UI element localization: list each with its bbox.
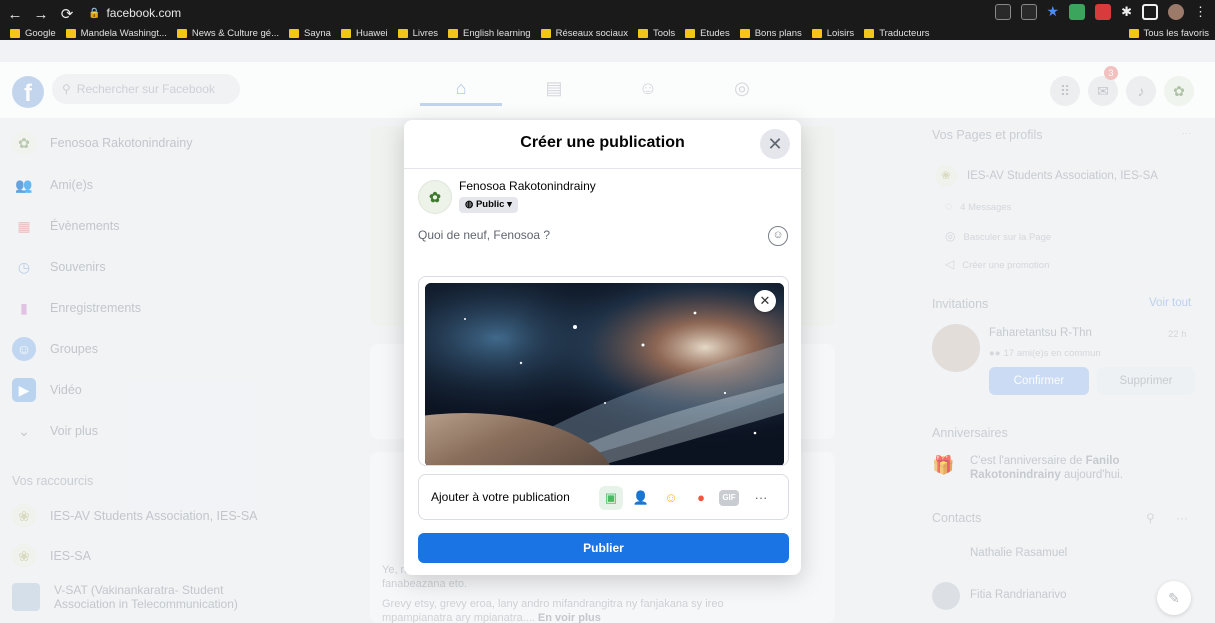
bookmark-item[interactable]: Etudes bbox=[685, 28, 730, 39]
more-options-icon[interactable]: ··· bbox=[749, 486, 773, 510]
media-attachment bbox=[418, 276, 789, 466]
lock-icon: 🔒 bbox=[88, 7, 101, 19]
url-text: facebook.com bbox=[106, 6, 182, 20]
back-arrow-icon[interactable]: ← bbox=[4, 6, 26, 23]
audience-selector[interactable]: ◍ Public ▾ bbox=[459, 197, 518, 213]
folder-icon bbox=[447, 28, 458, 38]
bookmark-item[interactable]: Huawei bbox=[340, 28, 388, 39]
new-message-icon[interactable]: ✎ bbox=[1157, 581, 1191, 615]
emoji-icon[interactable]: ☺ bbox=[768, 226, 788, 246]
menu-dots-icon[interactable]: ⋮ bbox=[1194, 4, 1207, 20]
profile-avatar[interactable] bbox=[1168, 3, 1184, 20]
folder-icon bbox=[65, 28, 76, 38]
folder-icon bbox=[10, 28, 20, 38]
puzzle-icon[interactable]: ✱ bbox=[1121, 4, 1132, 20]
author-avatar: ✿ bbox=[418, 180, 452, 214]
author-name: Fenosoa Rakotonindrainy bbox=[459, 179, 596, 193]
bookmark-item[interactable]: Livres bbox=[397, 28, 438, 39]
extension-icons: ★ ✱ ⋮ bbox=[994, 3, 1207, 20]
gif-icon[interactable]: GIF bbox=[719, 490, 739, 506]
dialog-title: Créer une publication bbox=[520, 134, 685, 151]
extension-red-icon[interactable] bbox=[1095, 3, 1112, 20]
attached-space-image bbox=[425, 283, 784, 465]
sidepanel-icon[interactable] bbox=[1142, 3, 1158, 20]
caret-down-icon: ▾ bbox=[507, 199, 512, 210]
bookmark-item[interactable]: Mandela Washingt... bbox=[65, 28, 167, 39]
bookmark-item[interactable]: News & Culture gé... bbox=[176, 28, 279, 39]
feeling-icon[interactable]: ☺ bbox=[659, 486, 683, 510]
star-icon[interactable]: ★ bbox=[1047, 3, 1060, 20]
create-post-dialog: Créer une publication ✕ ✿ Fenosoa Rakoto… bbox=[404, 120, 801, 575]
folder-icon bbox=[176, 28, 187, 38]
publish-button[interactable]: Publier bbox=[418, 533, 789, 563]
address-bar[interactable]: 🔒 facebook.com bbox=[88, 3, 978, 23]
close-icon[interactable]: ✕ bbox=[760, 129, 790, 159]
post-text-input[interactable]: Quoi de neuf, Fenosoa ? bbox=[418, 228, 550, 242]
bookmark-item[interactable]: Loisirs bbox=[811, 28, 854, 39]
folder-icon bbox=[397, 28, 408, 38]
folder-icon bbox=[637, 28, 648, 38]
folder-icon bbox=[685, 28, 696, 38]
globe-icon: ◍ bbox=[465, 199, 474, 210]
folder-icon bbox=[340, 28, 351, 38]
bookmark-item[interactable]: Tools bbox=[637, 28, 675, 39]
folder-icon bbox=[811, 28, 822, 38]
reload-icon[interactable]: ⟳ bbox=[56, 5, 78, 23]
add-to-post-bar: Ajouter à votre publication ▣ 👤 ☺ ● GIF … bbox=[418, 474, 789, 520]
remove-media-close-icon[interactable]: ✕ bbox=[754, 290, 776, 312]
install-icon[interactable] bbox=[994, 3, 1011, 20]
folder-icon bbox=[289, 28, 300, 38]
folder-icon bbox=[1128, 28, 1139, 38]
bookmark-item[interactable]: English learning bbox=[447, 28, 531, 39]
all-bookmarks[interactable]: Tous les favoris bbox=[1128, 26, 1209, 40]
bookmarks-bar: Google Mandela Washingt... News & Cultur… bbox=[0, 26, 1215, 40]
bookmark-item[interactable]: Bons plans bbox=[739, 28, 802, 39]
extension-green-icon[interactable] bbox=[1069, 3, 1086, 20]
folder-icon bbox=[864, 28, 875, 38]
divider bbox=[404, 168, 801, 169]
forward-arrow-icon[interactable]: → bbox=[30, 6, 52, 23]
bookmark-item[interactable]: Réseaux sociaux bbox=[540, 28, 628, 39]
share-icon[interactable] bbox=[1020, 3, 1037, 20]
bookmark-item[interactable]: Traducteurs bbox=[864, 28, 930, 39]
space-illustration bbox=[425, 283, 784, 465]
photo-video-icon[interactable]: ▣ bbox=[599, 486, 623, 510]
add-to-post-label: Ajouter à votre publication bbox=[431, 490, 570, 504]
bookmark-item[interactable]: Google bbox=[10, 28, 56, 39]
location-pin-icon[interactable]: ● bbox=[689, 486, 713, 510]
folder-icon bbox=[540, 28, 551, 38]
folder-icon bbox=[739, 28, 750, 38]
tag-people-icon[interactable]: 👤 bbox=[629, 486, 653, 510]
bookmark-item[interactable]: Sayna bbox=[289, 28, 331, 39]
